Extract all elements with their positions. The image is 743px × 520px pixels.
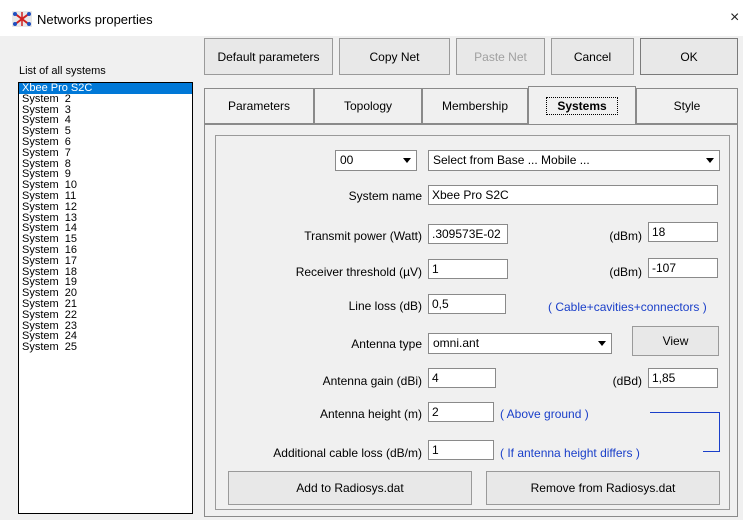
transmit-power-label: Transmit power (Watt) <box>304 229 422 243</box>
antenna-type-select[interactable]: omni.ant <box>428 333 612 354</box>
additional-cable-loss-note: ( If antenna height differs ) <box>500 446 640 460</box>
systems-list[interactable]: Xbee Pro S2C System 2 System 3 System 4 Syst… <box>18 82 193 514</box>
list-item[interactable]: System 17 <box>19 255 192 267</box>
antenna-type-value: omni.ant <box>433 336 480 350</box>
additional-cable-loss-label: Additional cable loss (dB/m) <box>273 446 422 460</box>
receiver-threshold-input[interactable]: 1 <box>428 259 508 279</box>
base-index-select[interactable]: 00 <box>335 150 417 171</box>
cancel-button[interactable]: Cancel <box>551 38 634 75</box>
tab-systems-label: Systems <box>546 96 618 115</box>
transmit-dbm-label: (dBm) <box>609 229 642 243</box>
list-item[interactable]: System 2 <box>19 93 192 105</box>
tab-systems[interactable]: Systems <box>528 86 636 124</box>
network-app-icon <box>12 11 32 27</box>
base-mobile-select[interactable]: Select from Base ... Mobile ... <box>428 150 720 171</box>
list-item[interactable]: System 25 <box>19 342 192 353</box>
paste-net-button[interactable]: Paste Net <box>456 38 545 75</box>
receiver-dbm-label: (dBm) <box>609 265 642 279</box>
line-loss-label: Line loss (dB) <box>348 299 422 313</box>
antenna-height-label: Antenna height (m) <box>319 407 422 421</box>
tab-style[interactable]: Style <box>636 88 738 124</box>
bracket-top-line <box>650 412 720 413</box>
view-antenna-button[interactable]: View <box>632 326 719 356</box>
add-to-radiosys-button[interactable]: Add to Radiosys.dat <box>228 471 472 505</box>
additional-cable-loss-input[interactable]: 1 <box>428 440 494 460</box>
antenna-height-note: ( Above ground ) <box>500 407 589 421</box>
base-index-value: 00 <box>340 153 354 167</box>
line-loss-note: ( Cable+cavities+connectors ) <box>548 300 707 314</box>
antenna-gain-label: Antenna gain (dBi) <box>322 374 422 388</box>
transmit-power-input[interactable]: .309573E-02 <box>428 224 508 244</box>
dbd-label: (dBd) <box>612 374 642 388</box>
transmit-dbm-input[interactable]: 18 <box>648 222 718 242</box>
antenna-gain-input[interactable]: 4 <box>428 368 496 388</box>
systems-list-label: List of all systems <box>19 65 106 77</box>
tab-parameters[interactable]: Parameters <box>204 88 314 124</box>
receiver-threshold-label: Receiver threshold (µV) <box>295 265 422 279</box>
list-item[interactable]: System 12 <box>19 201 192 213</box>
ok-button[interactable]: OK <box>640 38 738 75</box>
tab-membership[interactable]: Membership <box>422 88 528 124</box>
default-parameters-button[interactable]: Default parameters <box>204 38 333 75</box>
line-loss-input[interactable]: 0,5 <box>428 294 506 314</box>
bracket-bottom-line <box>703 451 720 452</box>
bracket-vertical-line <box>719 412 720 452</box>
antenna-type-label: Antenna type <box>351 337 422 351</box>
list-item[interactable]: System 22 <box>19 309 192 321</box>
tab-topology[interactable]: Topology <box>314 88 422 124</box>
receiver-dbm-input[interactable]: -107 <box>648 258 718 278</box>
chevron-down-icon <box>400 153 414 168</box>
remove-from-radiosys-button[interactable]: Remove from Radiosys.dat <box>486 471 720 505</box>
system-name-input[interactable]: Xbee Pro S2C <box>428 185 718 205</box>
chevron-down-icon <box>703 153 717 168</box>
chevron-down-icon <box>595 336 609 351</box>
close-icon[interactable]: × <box>730 9 742 27</box>
antenna-gain-dbd-input[interactable]: 1,85 <box>648 368 718 388</box>
base-mobile-select-value: Select from Base ... Mobile ... <box>433 153 590 167</box>
antenna-height-input[interactable]: 2 <box>428 402 494 422</box>
system-name-label: System name <box>348 189 422 203</box>
list-item[interactable]: System 7 <box>19 147 192 159</box>
copy-net-button[interactable]: Copy Net <box>339 38 450 75</box>
window-title: Networks properties <box>37 12 153 27</box>
